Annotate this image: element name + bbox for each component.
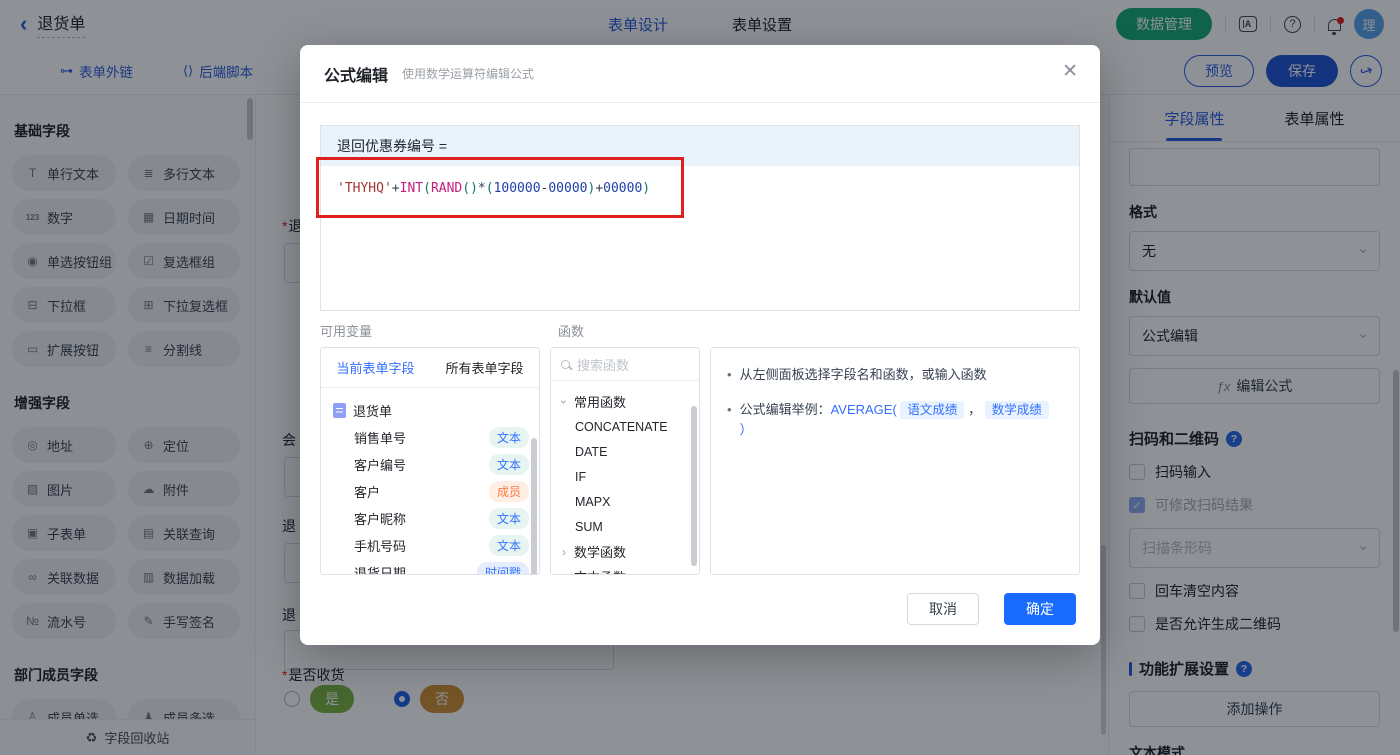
variable-row[interactable]: 客户 成员 (333, 478, 529, 505)
variables-label: 可用变量 (320, 324, 373, 339)
variable-name: 客户 (354, 485, 381, 500)
variables-scrollbar[interactable] (531, 438, 537, 574)
help-tip-2: 公式编辑举例：AVERAGE( 语文成绩 ， 数学成绩 ） (740, 400, 1063, 440)
function-group-expanded[interactable]: › 常用函数 (557, 389, 691, 414)
functions-scrollbar[interactable] (691, 406, 697, 566)
function-item-sum[interactable]: SUM (559, 514, 691, 539)
formula-token: 00000 (548, 181, 588, 196)
formula-edit-modal: 公式编辑 使用数学运算符编辑公式 ✕ 退回优惠券编号 = 'THYHQ'+INT… (300, 45, 1100, 645)
functions-label: 函数 (558, 324, 585, 339)
function-group-label: 数学函数 (574, 545, 627, 560)
modal-subtitle: 使用数学运算符编辑公式 (402, 67, 535, 81)
variable-form-root[interactable]: 退货单 (333, 397, 529, 424)
formula-target: 退回优惠券编号 = (321, 126, 1079, 166)
formula-token: 00000 (603, 181, 643, 196)
example-field-chip: 语文成绩 (900, 401, 965, 419)
variable-type-badge: 文本 (488, 508, 529, 529)
chevron-down-icon: › (557, 399, 571, 404)
formula-help: • 从左侧面板选择字段名和函数，或输入函数 • 公式编辑举例：AVERAGE( … (710, 347, 1080, 575)
variable-row[interactable]: 退货日期 时间戳 (333, 559, 529, 575)
tab-current-form-fields[interactable]: 当前表单字段 (321, 358, 430, 377)
close-icon[interactable]: ✕ (1062, 62, 1078, 81)
formula-token: INT (399, 181, 424, 196)
variable-type-badge: 文本 (488, 454, 529, 475)
formula-token: ) (642, 181, 651, 196)
formula-token: ( (485, 181, 494, 196)
formula-token: + (391, 181, 400, 196)
chevron-right-icon: › (562, 544, 566, 559)
formula-token: ( (423, 181, 431, 196)
functions-panel: 搜索函数 ›常用函数CONCATENATEDATEIFMAPXSUM›数学函数›… (550, 347, 700, 575)
formula-token: ) (470, 181, 478, 196)
formula-token: * (477, 181, 486, 196)
variable-row[interactable]: 客户编号 文本 (333, 451, 529, 478)
formula-token: 'THYHQ' (337, 181, 392, 196)
variable-row[interactable]: 客户昵称 文本 (333, 505, 529, 532)
formula-expression[interactable]: 'THYHQ'+INT(RAND()*(100000-00000)+00000) (321, 166, 1079, 211)
search-placeholder: 搜索函数 (577, 357, 630, 373)
help-tip-1: 从左侧面板选择字段名和函数，或输入函数 (739, 367, 987, 382)
function-item-date[interactable]: DATE (559, 439, 691, 464)
form-icon (333, 403, 346, 418)
variable-name: 销售单号 (354, 431, 407, 446)
formula-token: + (595, 181, 604, 196)
modal-title: 公式编辑 (324, 67, 389, 85)
variable-name: 手机号码 (354, 539, 407, 554)
function-group-collapsed[interactable]: › 文本函数 (559, 564, 691, 575)
variable-name: 客户编号 (354, 458, 407, 473)
function-item-if[interactable]: IF (559, 464, 691, 489)
function-group-collapsed[interactable]: › 数学函数 (559, 539, 691, 564)
example-field-chip: 数学成绩 (984, 401, 1049, 419)
function-search[interactable]: 搜索函数 (551, 348, 699, 381)
tab-all-form-fields[interactable]: 所有表单字段 (430, 358, 539, 377)
variable-type-badge: 文本 (488, 535, 529, 556)
variable-name: 退货日期 (354, 566, 407, 575)
variable-row[interactable]: 销售单号 文本 (333, 424, 529, 451)
function-group-label: 文本函数 (574, 567, 626, 574)
function-item-concatenate[interactable]: CONCATENATE (559, 414, 691, 439)
function-group-label: 常用函数 (574, 395, 627, 410)
variable-row[interactable]: 手机号码 文本 (333, 532, 529, 559)
variable-type-badge: 时间戳 (476, 562, 529, 574)
search-icon (561, 359, 570, 369)
chevron-right-icon: › (559, 570, 569, 575)
cancel-button[interactable]: 取消 (907, 593, 979, 625)
variables-panel: 当前表单字段 所有表单字段 退货单 销售单号 文本 客户编号 文本 客户 成员 客户昵称 文本… (320, 347, 540, 575)
variable-type-badge: 文本 (488, 427, 529, 448)
function-item-mapx[interactable]: MAPX (559, 489, 691, 514)
variable-type-badge: 成员 (488, 481, 529, 502)
formula-token: 100000 (493, 181, 541, 196)
formula-token: ( (462, 181, 471, 196)
formula-token: RAND (430, 181, 463, 196)
confirm-button[interactable]: 确定 (1004, 593, 1076, 625)
variable-name: 客户昵称 (354, 512, 407, 527)
formula-editor[interactable]: 退回优惠券编号 = 'THYHQ'+INT(RAND()*(100000-000… (320, 125, 1080, 311)
